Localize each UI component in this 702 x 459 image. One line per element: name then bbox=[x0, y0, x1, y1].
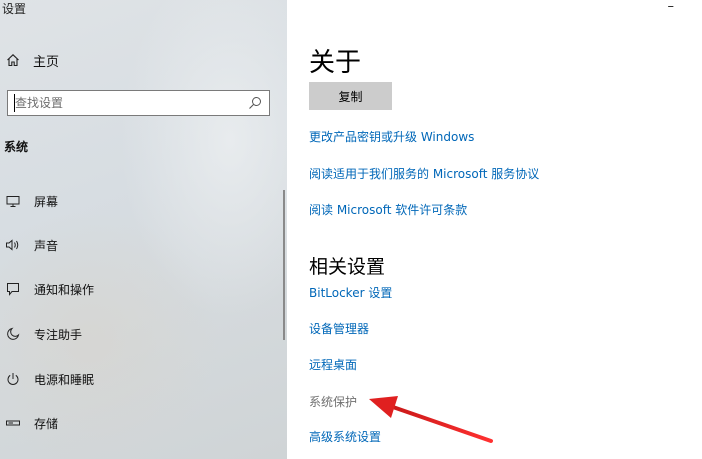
link-change-product-key[interactable]: 更改产品密钥或升级 Windows bbox=[309, 128, 474, 145]
search-box[interactable] bbox=[7, 90, 270, 116]
sidebar-item-sound[interactable]: 声音 bbox=[0, 230, 287, 260]
copy-button[interactable]: 复制 bbox=[309, 82, 392, 110]
link-device-manager[interactable]: 设备管理器 bbox=[309, 320, 369, 337]
display-icon bbox=[3, 191, 23, 211]
sidebar-item-display[interactable]: 屏幕 bbox=[0, 186, 287, 216]
page-title: 关于 bbox=[309, 48, 362, 78]
link-license-terms[interactable]: 阅读 Microsoft 软件许可条款 bbox=[309, 201, 467, 218]
nav-home-label: 主页 bbox=[33, 54, 60, 70]
sidebar-item-label: 电源和睡眠 bbox=[34, 372, 95, 387]
sidebar: 设置 主页 系统 屏幕 声音 通知和操作 专注助手 bbox=[0, 0, 287, 459]
section-header-system: 系统 bbox=[4, 140, 29, 154]
related-settings-heading: 相关设置 bbox=[309, 256, 386, 278]
sidebar-item-focus-assist[interactable]: 专注助手 bbox=[0, 319, 287, 349]
search-input[interactable] bbox=[14, 94, 235, 112]
sidebar-item-power[interactable]: 电源和睡眠 bbox=[0, 364, 287, 394]
main-content: – 关于 复制 更改产品密钥或升级 Windows 阅读适用于我们服务的 Mic… bbox=[287, 0, 702, 459]
focus-assist-icon bbox=[3, 324, 23, 344]
link-system-protection[interactable]: 系统保护 bbox=[309, 393, 357, 410]
nav-home[interactable]: 主页 bbox=[0, 46, 287, 74]
link-bitlocker-settings[interactable]: BitLocker 设置 bbox=[309, 284, 392, 301]
app-title: 设置 bbox=[2, 2, 27, 16]
storage-icon bbox=[3, 413, 23, 433]
sidebar-item-label: 专注助手 bbox=[34, 327, 83, 342]
sidebar-scrollbar[interactable] bbox=[283, 190, 285, 340]
sidebar-item-label: 屏幕 bbox=[34, 194, 59, 209]
sidebar-item-storage[interactable]: 存储 bbox=[0, 408, 287, 438]
link-remote-desktop[interactable]: 远程桌面 bbox=[309, 356, 357, 373]
search-icon[interactable] bbox=[247, 94, 263, 112]
sidebar-item-label: 存储 bbox=[34, 416, 59, 431]
sidebar-item-label: 声音 bbox=[34, 238, 59, 253]
sidebar-item-label: 通知和操作 bbox=[34, 282, 95, 297]
link-services-agreement[interactable]: 阅读适用于我们服务的 Microsoft 服务协议 bbox=[309, 165, 539, 182]
sidebar-item-notifications[interactable]: 通知和操作 bbox=[0, 274, 287, 304]
minimize-button[interactable]: – bbox=[668, 0, 675, 14]
speaker-icon bbox=[3, 235, 23, 255]
home-icon bbox=[3, 50, 23, 70]
notification-icon bbox=[3, 279, 23, 299]
power-icon bbox=[3, 369, 23, 389]
link-advanced-system-settings[interactable]: 高级系统设置 bbox=[309, 428, 381, 445]
